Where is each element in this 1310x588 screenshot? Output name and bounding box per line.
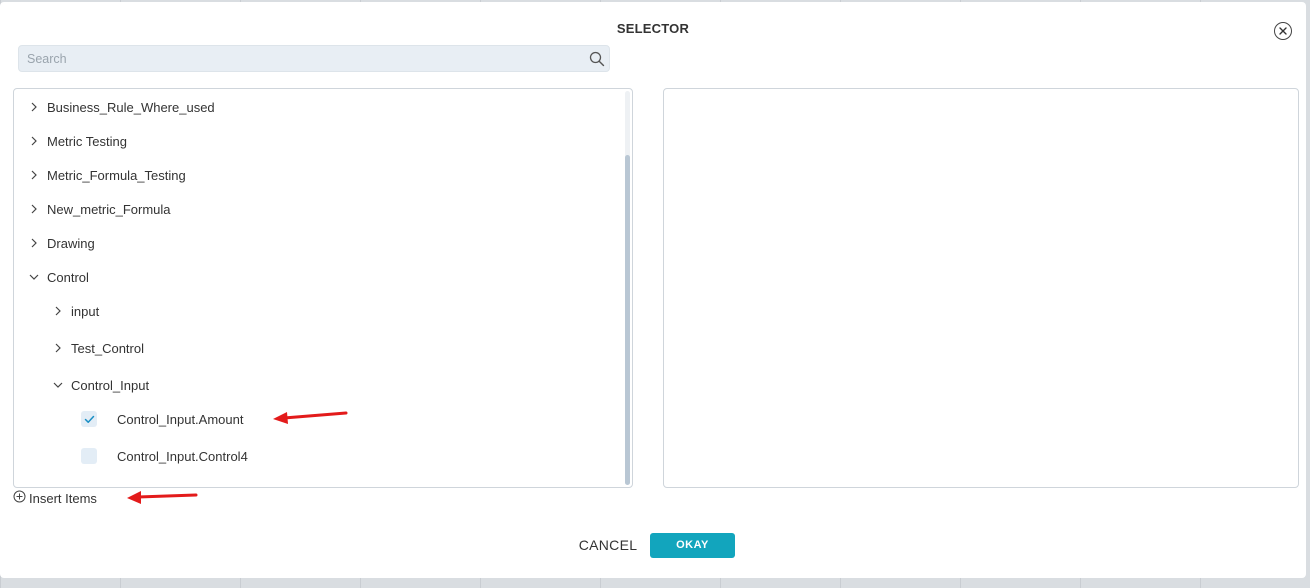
checkbox-unchecked[interactable]: [81, 448, 97, 464]
search-box: [18, 45, 610, 72]
close-icon: [1279, 27, 1287, 35]
insert-items-label: Insert Items: [29, 490, 97, 506]
chevron-right-icon[interactable]: [28, 237, 40, 249]
annotation-arrow-icon: [127, 491, 198, 504]
selected-items-panel: [663, 88, 1299, 488]
tree-item-label: Test_Control: [71, 340, 144, 356]
chevron-down-icon[interactable]: [28, 271, 40, 283]
chevron-right-icon[interactable]: [52, 342, 64, 354]
tree-item-control-input-control4[interactable]: Control_Input.Control4: [81, 446, 248, 466]
tree-item-label: Drawing: [47, 235, 95, 251]
tree-item-label: Control_Input.Amount: [117, 411, 244, 427]
chevron-right-icon[interactable]: [28, 203, 40, 215]
tree-item-label: New_metric_Formula: [47, 201, 171, 217]
tree-item-label: Business_Rule_Where_used: [47, 99, 215, 115]
tree-item-metric-testing[interactable]: Metric Testing: [28, 131, 127, 151]
checkbox-checked[interactable]: [81, 411, 97, 427]
search-icon[interactable]: [589, 51, 605, 72]
tree-item-business-rule-where-used[interactable]: Business_Rule_Where_used: [28, 97, 215, 117]
tree-item-control-input-amount[interactable]: Control_Input.Amount: [81, 409, 243, 429]
tree-item-drawing[interactable]: Drawing: [28, 233, 95, 253]
tree-item-control[interactable]: Control: [28, 267, 89, 287]
tree-item-label: Metric_Formula_Testing: [47, 167, 186, 183]
tree-item-test-control[interactable]: Test_Control: [52, 338, 144, 358]
tree-item-label: Control_Input.Control4: [117, 448, 248, 464]
okay-button[interactable]: OKAY: [650, 533, 735, 558]
chevron-right-icon[interactable]: [28, 101, 40, 113]
chevron-right-icon[interactable]: [28, 135, 40, 147]
insert-items-link[interactable]: Insert Items: [13, 490, 97, 506]
tree-item-label: input: [71, 303, 100, 319]
tree-item-metric-formula-testing[interactable]: Metric_Formula_Testing: [28, 165, 186, 185]
chevron-down-icon[interactable]: [52, 379, 64, 391]
chevron-right-icon[interactable]: [52, 305, 64, 317]
close-button[interactable]: [1274, 22, 1292, 40]
tree-item-label: Control_Input: [71, 377, 150, 393]
tree-item-new-metric-formula[interactable]: New_metric_Formula: [28, 199, 171, 219]
annotation-arrow-icon: [273, 411, 348, 424]
dialog-title: SELECTOR: [616, 21, 690, 36]
scrollbar-thumb[interactable]: [625, 155, 630, 485]
tree-item-label: Metric Testing: [47, 133, 127, 149]
tree-item-input[interactable]: input: [52, 301, 99, 321]
tree-item-control-input[interactable]: Control_Input: [52, 375, 149, 395]
plus-circle-icon: [13, 490, 26, 506]
search-input[interactable]: [25, 49, 579, 69]
cancel-button[interactable]: CANCEL: [574, 534, 642, 556]
tree-panel: Business_Rule_Where_used Metric Testing …: [13, 88, 633, 488]
checkmark-icon: [84, 415, 94, 423]
chevron-right-icon[interactable]: [28, 169, 40, 181]
tree-item-label: Control: [47, 269, 89, 285]
